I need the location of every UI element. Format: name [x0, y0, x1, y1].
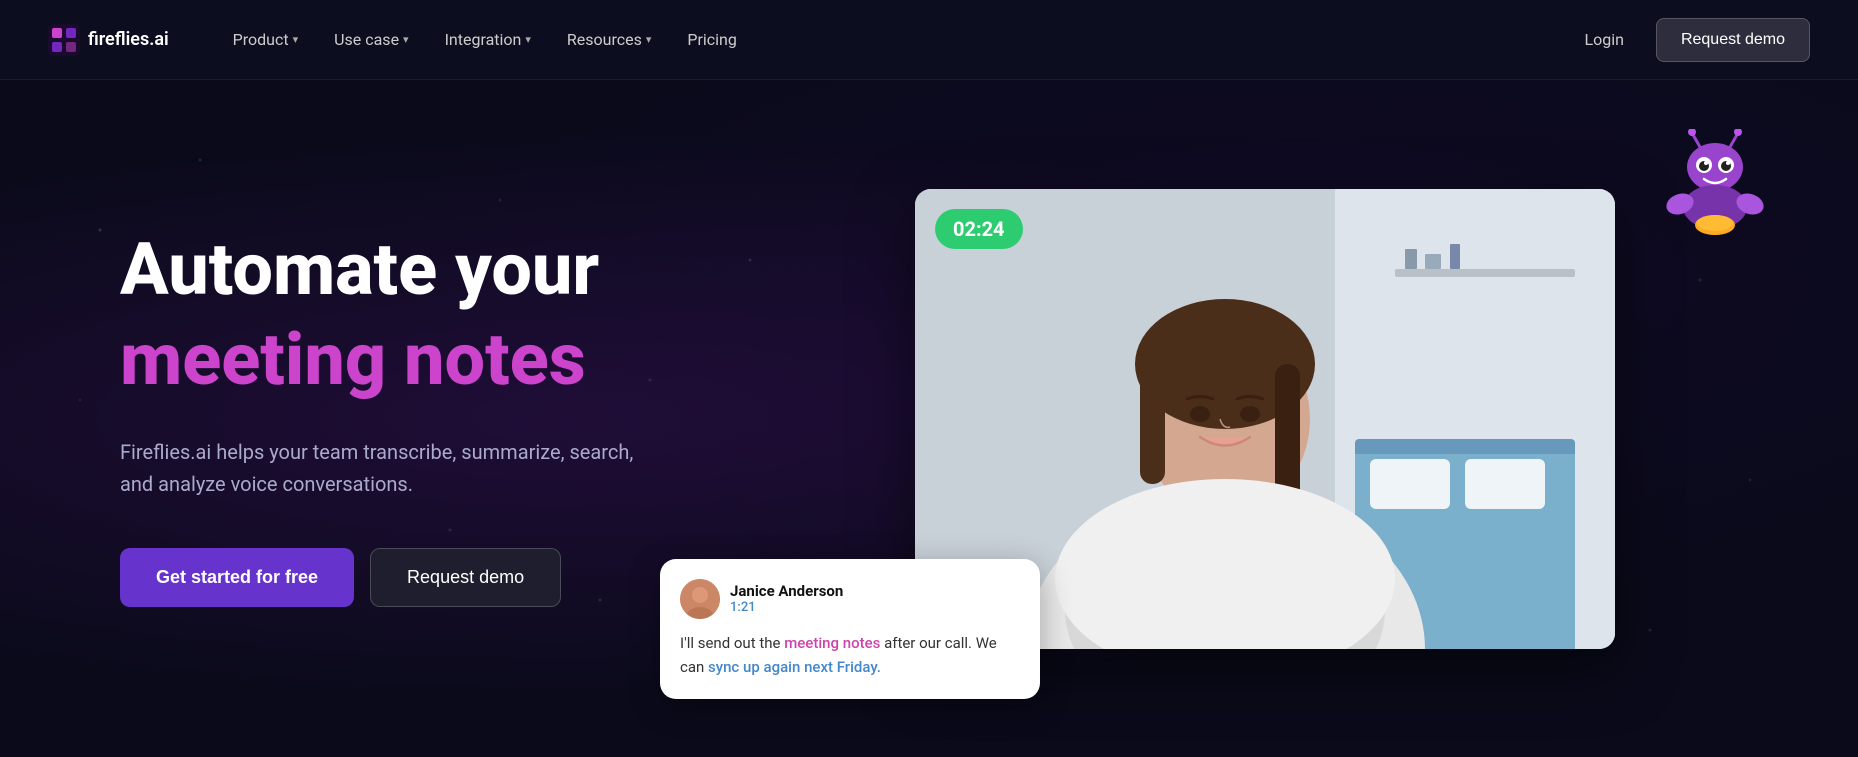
navbar: fireflies.ai Product ▾ Use case ▾ Integr…: [0, 0, 1858, 80]
chat-message-body: I'll send out the meeting notes after ou…: [680, 631, 1020, 679]
get-started-button[interactable]: Get started for free: [120, 548, 354, 607]
hero-visual: 02:24 Janice Anderson 1:21 I'll: [720, 159, 1810, 679]
hero-section: Automate your meeting notes Fireflies.ai…: [0, 80, 1858, 757]
chat-timestamp: 1:21: [730, 600, 843, 615]
logo-icon: [48, 24, 80, 56]
chat-highlight-sync-up: sync up again next Friday.: [708, 658, 881, 676]
nav-item-pricing[interactable]: Pricing: [671, 22, 753, 57]
nav-item-usecase[interactable]: Use case ▾: [318, 22, 424, 57]
chevron-down-icon: ▾: [293, 33, 299, 46]
hero-cta-group: Get started for free Request demo: [120, 548, 660, 607]
chevron-down-icon: ▾: [403, 33, 409, 46]
chat-username: Janice Anderson: [730, 582, 843, 600]
request-demo-button[interactable]: Request demo: [1656, 18, 1810, 62]
request-demo-hero-button[interactable]: Request demo: [370, 548, 561, 607]
chat-header: Janice Anderson 1:21: [680, 579, 1020, 619]
robot-mascot: [1660, 129, 1770, 239]
hero-description: Fireflies.ai helps your team transcribe,…: [120, 436, 640, 500]
video-timer-badge: 02:24: [935, 209, 1023, 249]
hero-content: Automate your meeting notes Fireflies.ai…: [120, 230, 720, 607]
nav-item-resources[interactable]: Resources ▾: [551, 22, 667, 57]
nav-links: Product ▾ Use case ▾ Integration ▾ Resou…: [217, 22, 1569, 57]
chat-avatar: [680, 579, 720, 619]
logo-text: fireflies.ai: [88, 29, 169, 50]
hero-headline-line1: Automate your: [120, 230, 660, 309]
chat-user-info: Janice Anderson 1:21: [730, 582, 843, 615]
logo[interactable]: fireflies.ai: [48, 24, 169, 56]
avatar-image: [680, 579, 720, 619]
login-button[interactable]: Login: [1568, 22, 1639, 57]
nav-item-integration[interactable]: Integration ▾: [429, 22, 547, 57]
chevron-down-icon: ▾: [646, 33, 652, 46]
nav-item-product[interactable]: Product ▾: [217, 22, 314, 57]
nav-right: Login Request demo: [1568, 18, 1810, 62]
chat-card: Janice Anderson 1:21 I'll send out the m…: [660, 559, 1040, 699]
chevron-down-icon: ▾: [525, 33, 531, 46]
chat-highlight-meeting-notes: meeting notes: [784, 634, 880, 652]
hero-headline-line2: meeting notes: [120, 317, 660, 403]
